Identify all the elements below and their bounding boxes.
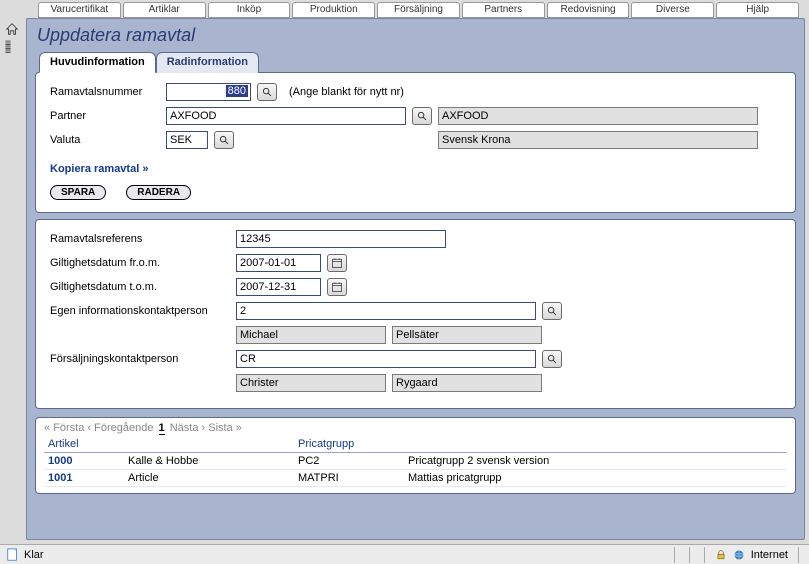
giltighet-from-input[interactable] (236, 254, 321, 272)
pager-prev[interactable]: Föregående (94, 422, 153, 434)
table-row[interactable]: 1001 Article MATPRI Mattias pricatgrupp (44, 470, 787, 487)
col-artikel[interactable]: Artikel (44, 436, 124, 453)
sales-contact-input[interactable] (236, 350, 536, 368)
cell-artname: Kalle & Hobbe (124, 453, 294, 470)
cell-art[interactable]: 1000 (44, 453, 124, 470)
sales-contact-lookup-button[interactable] (542, 350, 562, 368)
partner-lookup-button[interactable] (412, 107, 432, 125)
ramavtalsreferens-input[interactable] (236, 230, 446, 248)
menu-hjalp[interactable]: Hjälp (716, 2, 799, 18)
page-icon (6, 548, 20, 562)
ramavtalsnummer-value: 880 (226, 85, 248, 97)
label-ramavtalsnummer: Ramavtalsnummer (50, 86, 160, 98)
sales-contact-lastname: Rygaard (392, 374, 542, 392)
menu-artiklar[interactable]: Artiklar (123, 2, 206, 18)
cell-pgname: Mattias pricatgrupp (404, 470, 787, 487)
own-contact-lookup-button[interactable] (542, 302, 562, 320)
giltighet-from-calendar-button[interactable] (327, 254, 347, 272)
kopiera-ramavtal-link[interactable]: Kopiera ramavtal » (50, 163, 148, 175)
ramavtalsnummer-hint: (Ange blankt för nytt nr) (289, 86, 404, 98)
menu-forsaljning[interactable]: Försäljning (377, 2, 460, 18)
save-button[interactable]: SPARA (50, 185, 106, 200)
cell-pgname: Pricatgrupp 2 svensk version (404, 453, 787, 470)
table-row[interactable]: 1000 Kalle & Hobbe PC2 Pricatgrupp 2 sve… (44, 453, 787, 470)
ramavtalsnummer-lookup-button[interactable] (257, 83, 277, 101)
article-table: Artikel Pricatgrupp 1000 Kalle & Hobbe P… (44, 436, 787, 487)
status-zone: Internet (751, 549, 788, 561)
tab-radinformation[interactable]: Radinformation (156, 52, 259, 73)
pager-next[interactable]: Nästa (170, 422, 199, 434)
valuta-input[interactable] (166, 131, 208, 149)
own-contact-input[interactable] (236, 302, 536, 320)
page-title: Uppdatera ramavtal (37, 25, 796, 46)
label-giltighet-to: Giltighetsdatum t.o.m. (50, 281, 230, 293)
giltighet-to-input[interactable] (236, 278, 321, 296)
pager: « Första ‹ Föregående 1 Nästa › Sista » (44, 422, 787, 434)
menu-produktion[interactable]: Produktion (292, 2, 375, 18)
label-sales-contact: Försäljningskontaktperson (50, 353, 230, 365)
own-contact-firstname: Michael (236, 326, 386, 344)
cell-pg: MATPRI (294, 470, 404, 487)
label-ramavtalsreferens: Ramavtalsreferens (50, 233, 230, 245)
list-icon[interactable]: ≡≡≡ (5, 42, 21, 58)
status-bar: Klar Internet (0, 544, 809, 564)
valuta-lookup-button[interactable] (214, 131, 234, 149)
tab-huvudinformation[interactable]: Huvudinformation (39, 52, 156, 73)
cell-artname: Article (124, 470, 294, 487)
partner-name-display: AXFOOD (438, 107, 758, 125)
menu-partners[interactable]: Partners (462, 2, 545, 18)
own-contact-lastname: Pellsäter (392, 326, 542, 344)
label-partner: Partner (50, 110, 160, 122)
label-own-contact: Egen informationskontaktperson (50, 305, 230, 317)
status-text: Klar (24, 549, 44, 561)
sales-contact-firstname: Christer (236, 374, 386, 392)
globe-icon (733, 549, 745, 561)
partner-input[interactable] (166, 107, 406, 125)
menu-redovisning[interactable]: Redovisning (547, 2, 630, 18)
delete-button[interactable]: RADERA (126, 185, 191, 200)
label-giltighet-from: Giltighetsdatum fr.o.m. (50, 257, 230, 269)
menu-varucertifikat[interactable]: Varucertifikat (38, 2, 121, 18)
giltighet-to-calendar-button[interactable] (327, 278, 347, 296)
pager-first[interactable]: Första (53, 422, 84, 434)
lock-icon (715, 549, 727, 561)
label-valuta: Valuta (50, 134, 160, 146)
cell-art[interactable]: 1001 (44, 470, 124, 487)
menu-inkop[interactable]: Inköp (208, 2, 291, 18)
main-menu: Varucertifikat Artiklar Inköp Produktion… (38, 2, 799, 18)
home-icon[interactable] (5, 22, 21, 38)
pager-last[interactable]: Sista (208, 422, 232, 434)
pager-current: 1 (159, 422, 165, 435)
col-pricatgrupp[interactable]: Pricatgrupp (294, 436, 404, 453)
cell-pg: PC2 (294, 453, 404, 470)
menu-diverse[interactable]: Diverse (631, 2, 714, 18)
valuta-name-display: Svensk Krona (438, 131, 758, 149)
